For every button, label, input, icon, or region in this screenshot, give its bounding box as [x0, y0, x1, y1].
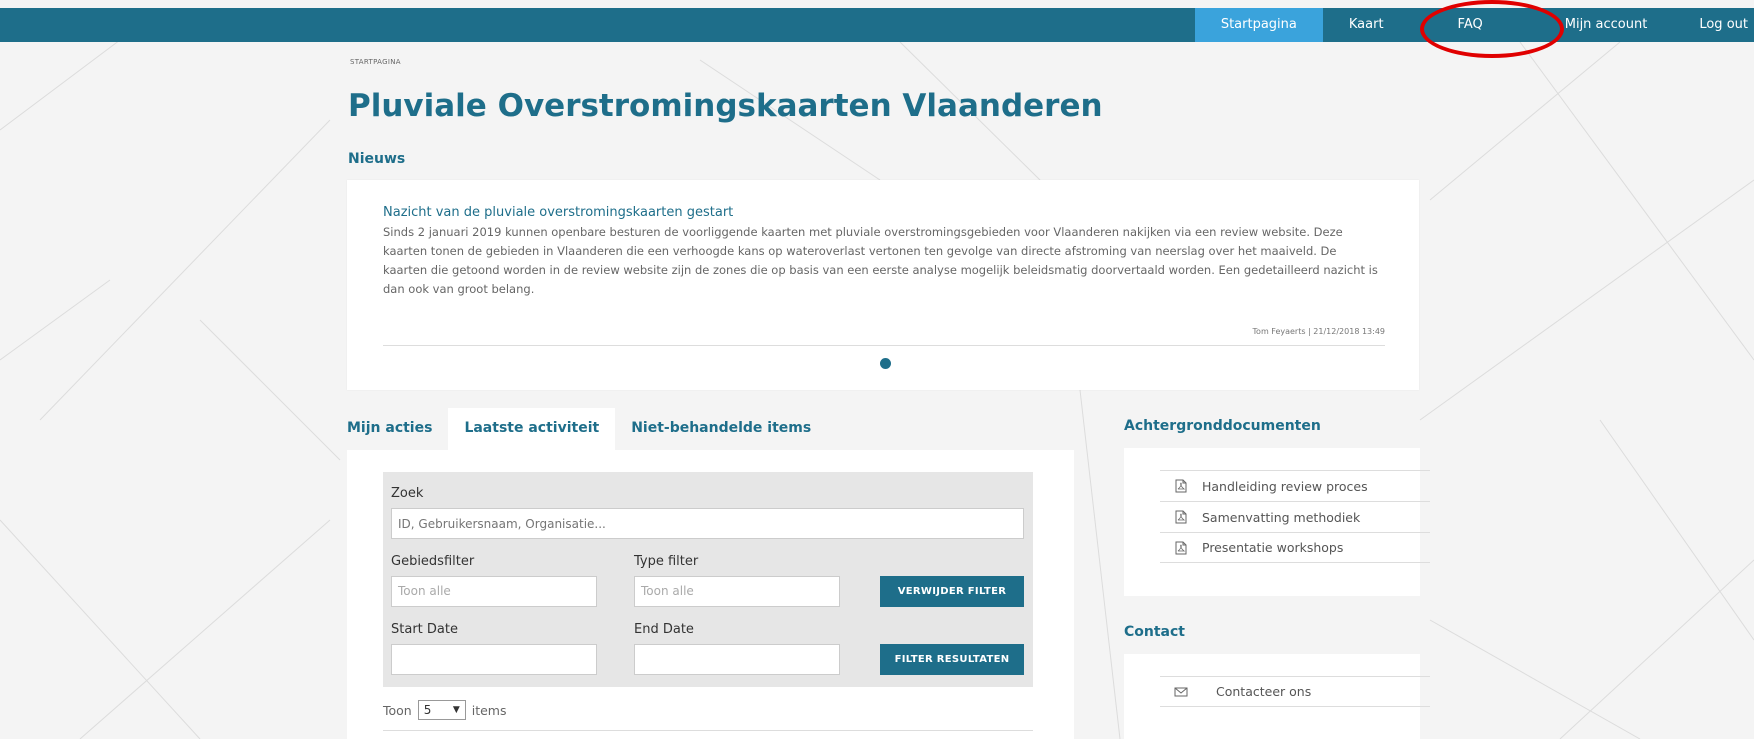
list-divider [383, 730, 1033, 731]
background-docs-card: Handleiding review proces Samenvatting m… [1124, 448, 1430, 596]
filter-results-button[interactable]: FILTER RESULTATEN [880, 644, 1024, 675]
background-docs-list: Handleiding review proces Samenvatting m… [1160, 470, 1430, 563]
page-title: Pluviale Overstromingskaarten Vlaanderen [348, 88, 1103, 124]
page-size-select[interactable]: 5 ▼ [417, 700, 466, 720]
pdf-file-icon [1175, 541, 1187, 554]
area-filter-label: Gebiedsfilter [391, 554, 475, 569]
type-filter-label: Type filter [634, 554, 699, 569]
search-input[interactable] [391, 508, 1024, 539]
news-body: Sinds 2 januari 2019 kunnen openbare bes… [383, 225, 1378, 296]
news-section-title: Nieuws [348, 151, 406, 167]
doc-item[interactable]: Samenvatting methodiek [1160, 501, 1430, 532]
tab-mijn-acties[interactable]: Mijn acties [347, 408, 448, 450]
tab-niet-behandelde-items[interactable]: Niet-behandelde items [615, 408, 827, 450]
area-filter-input[interactable]: Toon alle [391, 576, 597, 607]
breadcrumb[interactable]: STARTPAGINA [350, 58, 401, 66]
toon-prefix: Toon [383, 702, 412, 718]
pdf-file-icon [1175, 479, 1187, 493]
nav-startpagina[interactable]: Startpagina [1194, 8, 1323, 42]
background-docs-title: Achtergronddocumenten [1124, 418, 1321, 434]
doc-label: Presentatie workshops [1202, 540, 1344, 555]
doc-item[interactable]: Presentatie workshops [1160, 532, 1430, 563]
contact-link[interactable]: Contacteer ons [1160, 676, 1430, 707]
doc-label: Samenvatting methodiek [1202, 509, 1361, 525]
start-date-input[interactable] [391, 644, 597, 675]
tab-laatste-activiteit[interactable]: Laatste activiteit [448, 408, 616, 450]
clear-filter-button[interactable]: VERWIJDER FILTER [880, 576, 1024, 607]
envelope-icon [1174, 687, 1188, 696]
start-date-label: Start Date [391, 622, 458, 637]
carousel-dot[interactable] [880, 358, 891, 369]
nav-log-out[interactable]: Log out [1681, 8, 1754, 42]
contact-title: Contact [1124, 624, 1185, 640]
doc-item[interactable]: Handleiding review proces [1160, 470, 1430, 501]
tab-panel: Zoek Gebiedsfilter Toon alle Type filter… [347, 450, 1074, 739]
end-date-label: End Date [634, 622, 694, 637]
news-divider [383, 345, 1385, 346]
contact-label: Contacteer ons [1216, 684, 1312, 699]
doc-label: Handleiding review proces [1202, 478, 1368, 494]
filter-box: Zoek Gebiedsfilter Toon alle Type filter… [383, 472, 1033, 687]
pdf-file-icon [1175, 510, 1187, 524]
news-headline[interactable]: Nazicht van de pluviale overstromingskaa… [383, 205, 733, 220]
end-date-input[interactable] [634, 644, 840, 675]
activity-tabs: Mijn acties Laatste activiteit Niet-beha… [347, 408, 827, 450]
toon-suffix: items [471, 702, 507, 718]
caret-down-icon: ▼ [452, 705, 460, 715]
nav-kaart[interactable]: Kaart [1323, 8, 1410, 42]
search-label: Zoek [391, 486, 424, 501]
page-size-value: 5 [423, 703, 432, 717]
contact-card: Contacteer ons [1124, 654, 1430, 739]
news-meta: Tom Feyaerts | 21/12/2018 13:49 [1252, 327, 1385, 336]
faq-highlight-circle [1420, 0, 1564, 58]
type-filter-input[interactable]: Toon alle [634, 576, 840, 607]
news-card: Nazicht van de pluviale overstromingskaa… [347, 180, 1419, 390]
page-size-row: Toon 5 ▼ items [383, 700, 507, 720]
page-content: STARTPAGINA Pluviale Overstromingskaarte… [0, 0, 1754, 739]
